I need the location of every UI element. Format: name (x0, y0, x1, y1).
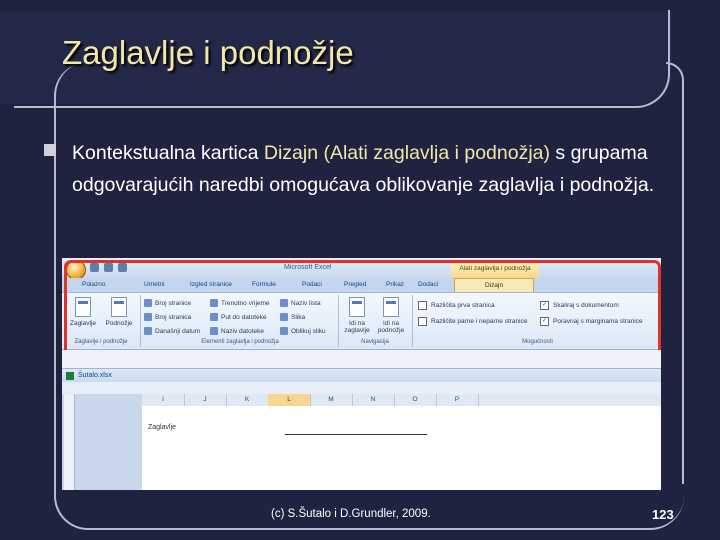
bullet-text: Kontekstualna kartica Dizajn (Alati zagl… (72, 137, 672, 201)
column-header[interactable]: I (142, 394, 185, 406)
header-section-box[interactable] (285, 434, 427, 463)
vertical-ruler (64, 394, 75, 490)
excel-file-icon (66, 372, 74, 380)
slide-title: Zaglavlje i podnožje (62, 34, 354, 71)
workbook-title: Šutalo.xlsx (78, 372, 112, 379)
header-area-label: Zaglavlje (148, 424, 177, 431)
content-frame-edge (666, 62, 684, 484)
left-margin-pane (62, 394, 142, 490)
formula-bar-row (62, 350, 661, 368)
highlight-outline (64, 260, 661, 358)
column-header[interactable]: J (184, 394, 227, 406)
footer-credit: (c) S.Šutalo i D.Grundler, 2009. (271, 508, 431, 520)
bullet-text-start: Kontekstualna kartica (72, 142, 264, 164)
page-number: 123 (652, 507, 674, 522)
column-header[interactable]: P (436, 394, 479, 406)
column-header[interactable]: M (310, 394, 353, 406)
bullet-highlight: Dizajn (Alati zaglavlja i podnožja) (263, 142, 550, 164)
excel-screenshot: Microsoft Excel Alati zaglavlja i podnož… (62, 258, 661, 490)
workbook-titlebar: Šutalo.xlsx (62, 368, 661, 383)
square-bullet-icon (44, 144, 56, 156)
column-header[interactable]: N (352, 394, 395, 406)
column-header[interactable]: O (394, 394, 437, 406)
column-header[interactable]: K (226, 394, 269, 406)
page-layout-sheet: Zaglavlje (142, 406, 661, 490)
column-header-selected[interactable]: L (268, 394, 311, 406)
